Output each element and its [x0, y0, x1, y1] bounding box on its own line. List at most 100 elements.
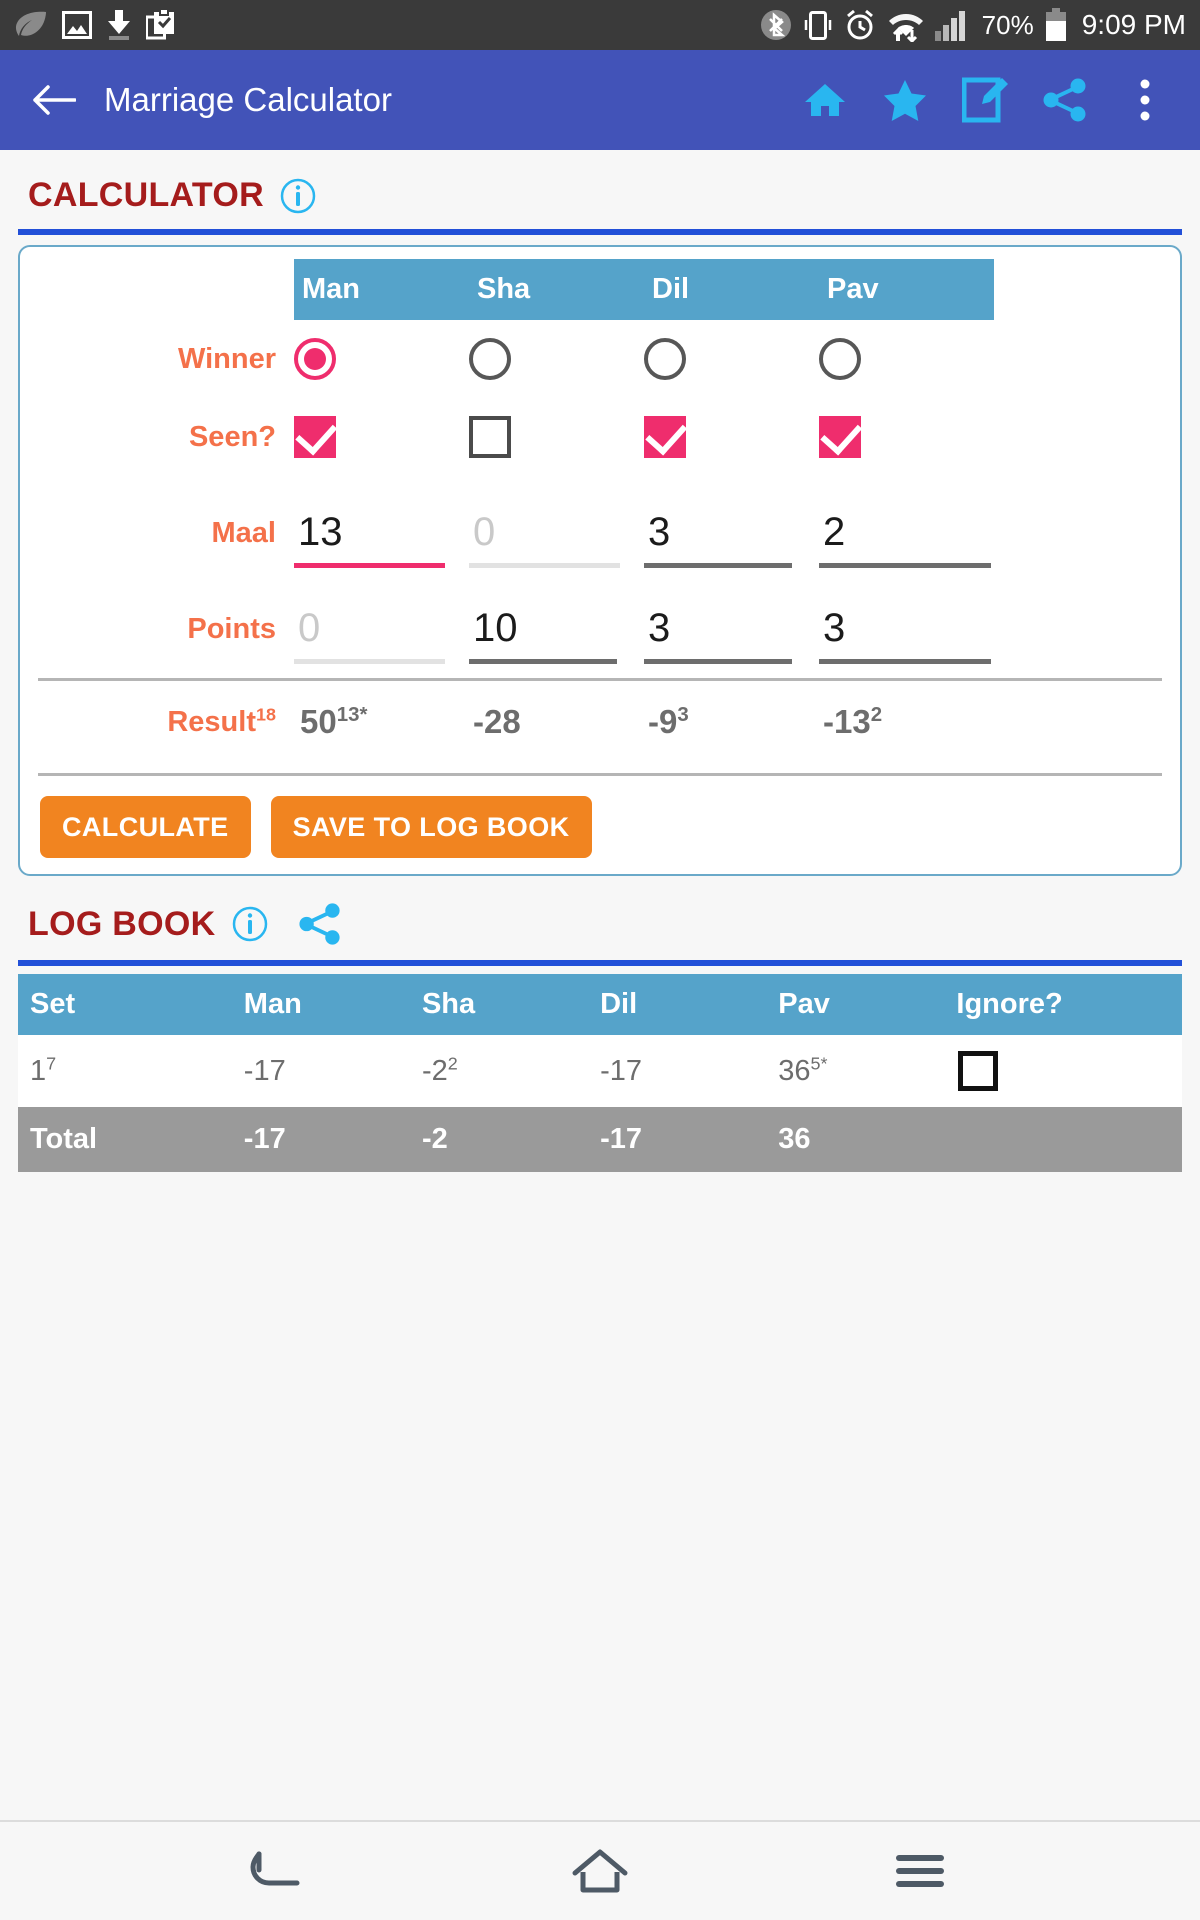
home-button[interactable]	[802, 77, 848, 123]
points-underline-man	[294, 659, 446, 664]
log-row-dil-main: -17	[600, 1054, 643, 1087]
maal-value-sha: 0	[473, 510, 496, 554]
overflow-menu-button[interactable]	[1122, 77, 1168, 123]
log-total-label: Total	[18, 1107, 232, 1172]
app-title: Marriage Calculator	[104, 81, 392, 118]
points-input-sha[interactable]: 10	[469, 603, 641, 664]
star-icon	[884, 80, 926, 121]
main-content: CALCULATOR Man Sha Dil Pav Winner Seen? …	[0, 150, 1200, 1820]
back-button[interactable]	[26, 72, 82, 128]
calculate-button[interactable]: CALCULATE	[40, 796, 251, 858]
maal-underline-dil	[644, 563, 792, 568]
favorite-button[interactable]	[882, 77, 928, 123]
seen-checkbox-man[interactable]	[294, 416, 336, 458]
points-value-dil: 3	[648, 606, 671, 650]
points-input-pav[interactable]: 3	[819, 603, 991, 664]
maal-underline-man	[294, 563, 446, 568]
seen-checkbox-sha[interactable]	[469, 416, 511, 458]
points-underline-pav	[819, 659, 991, 664]
edit-button[interactable]	[962, 77, 1008, 123]
winner-radio-man[interactable]	[294, 338, 336, 380]
column-header-man: Man	[302, 273, 360, 305]
nav-recents-button[interactable]	[885, 1843, 955, 1899]
info-icon[interactable]	[232, 906, 268, 942]
battery-icon	[1045, 8, 1066, 41]
ignore-checkbox[interactable]	[958, 1051, 999, 1091]
signal-icon	[934, 11, 965, 41]
nav-back-button[interactable]	[245, 1843, 315, 1899]
log-row-dil: -17	[588, 1035, 767, 1107]
maal-input-pav[interactable]: 2	[819, 507, 991, 568]
status-bar-left-icons	[14, 9, 176, 41]
result-label-superscript: 18	[256, 703, 276, 724]
result-man-main: 50	[300, 703, 337, 740]
winner-cell-man	[294, 338, 469, 380]
back-nav-icon	[250, 1851, 300, 1886]
image-icon	[62, 11, 92, 39]
log-header-sha: Sha	[409, 974, 589, 1035]
log-total-pav: 36	[766, 1107, 945, 1172]
bluetooth-icon	[760, 10, 791, 40]
alarm-icon	[846, 9, 873, 40]
column-header-pav: Pav	[827, 273, 879, 305]
winner-radio-sha[interactable]	[469, 338, 511, 380]
home-icon	[805, 84, 845, 116]
calculator-divider	[18, 229, 1182, 235]
seen-cell-sha	[469, 416, 644, 458]
calculator-buttons: CALCULATE SAVE TO LOG BOOK	[34, 796, 1166, 858]
maal-value-dil: 3	[648, 510, 671, 554]
share-icon[interactable]	[298, 902, 342, 946]
result-value-pav: -132	[819, 703, 994, 741]
log-row-sha-main: -2	[421, 1054, 448, 1087]
result-pav-main: -13	[823, 703, 871, 740]
save-to-log-book-button[interactable]: SAVE TO LOG BOOK	[270, 796, 592, 858]
result-man-sup: 13*	[336, 703, 368, 726]
maal-input-sha[interactable]: 0	[469, 507, 641, 568]
nav-home-button[interactable]	[565, 1843, 635, 1899]
system-navigation-bar	[0, 1820, 1200, 1920]
points-input-man[interactable]: 0	[294, 603, 466, 664]
log-book-total-row: Total -17 -2 -17 36	[18, 1107, 1182, 1172]
winner-radio-pav[interactable]	[819, 338, 861, 380]
maal-row: Maal 13 0 3 2	[34, 476, 1166, 572]
clipboard-check-icon	[146, 9, 174, 40]
result-value-dil: -93	[644, 703, 819, 741]
share-button[interactable]	[1042, 77, 1088, 123]
result-value-sha: -28	[469, 703, 644, 741]
maal-input-dil[interactable]: 3	[644, 507, 816, 568]
result-bottom-divider	[38, 773, 1162, 776]
points-input-dil[interactable]: 3	[644, 603, 816, 664]
maal-value-pav: 2	[823, 510, 846, 554]
arrow-left-icon	[33, 85, 76, 115]
points-value-man: 0	[298, 606, 321, 650]
log-row-pav-main: 36	[778, 1054, 811, 1087]
log-book-table-body: 17 -17 -22 -17 365* Total -17 -2 -17 36	[18, 1035, 1182, 1172]
maal-label: Maal	[211, 517, 276, 549]
seen-checkbox-dil[interactable]	[644, 416, 686, 458]
log-row-pav: 365*	[766, 1035, 945, 1107]
maal-input-man[interactable]: 13	[294, 507, 466, 568]
winner-radio-dil[interactable]	[644, 338, 686, 380]
log-row-ignore	[944, 1035, 1182, 1107]
log-book-header-row: Set Man Sha Dil Pav Ignore?	[18, 974, 1182, 1035]
battery-percent-label: 70%	[981, 9, 1034, 40]
seen-checkbox-pav[interactable]	[819, 416, 861, 458]
app-bar: Marriage Calculator	[0, 50, 1200, 156]
app-screen: 70% 9:09 PM Marriage Calculator CALCULAT…	[0, 0, 1200, 1920]
result-label-text: Result	[167, 705, 256, 738]
log-total-sha: -2	[409, 1107, 589, 1172]
result-row: Result18 5013* -28 -93 -132	[34, 681, 1166, 763]
winner-row: Winner	[34, 320, 1166, 398]
seen-cell-dil	[644, 416, 819, 458]
log-row-set: 17	[18, 1035, 232, 1107]
column-header-sha: Sha	[477, 273, 531, 305]
app-bar-actions	[802, 77, 1174, 123]
log-row-sha-sup: 2	[447, 1052, 458, 1073]
info-icon[interactable]	[280, 178, 316, 214]
log-header-pav: Pav	[766, 974, 945, 1035]
maal-value-man: 13	[298, 510, 343, 554]
winner-label: Winner	[177, 342, 276, 375]
overflow-menu-icon	[1140, 79, 1150, 121]
result-dil-sup: 3	[677, 703, 689, 726]
calculator-card: Man Sha Dil Pav Winner Seen? Maal 13 0 3…	[18, 245, 1182, 876]
